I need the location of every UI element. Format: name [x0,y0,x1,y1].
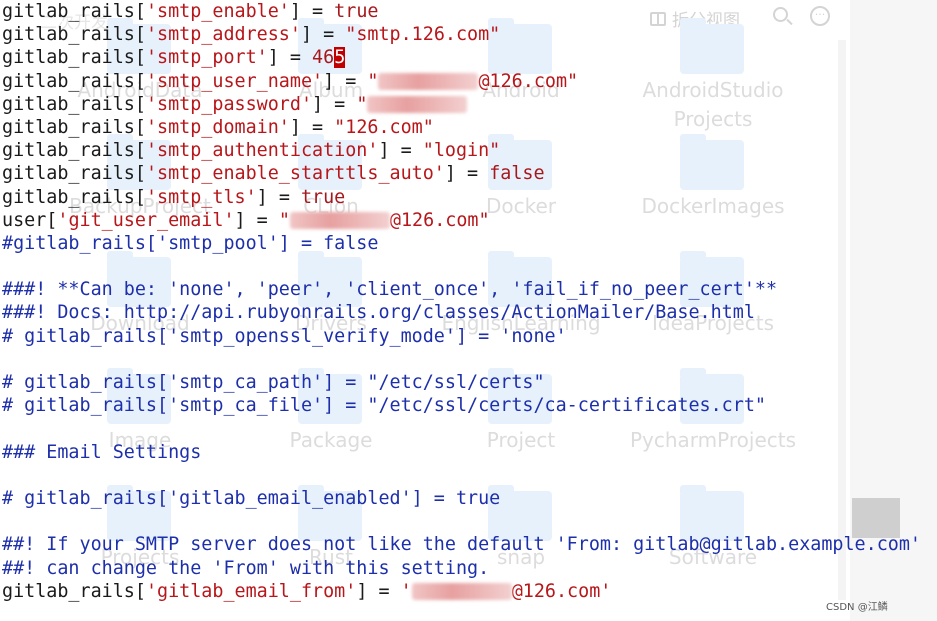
code-token: gitlab_rails[ [2,116,146,138]
code-token: gitlab_rails[ [2,580,146,602]
code-token: 'smtp_domain' [145,116,290,138]
code-token: " [278,209,290,231]
code-line: gitlab_rails['smtp_password'] = " [2,93,932,116]
code-line: #gitlab_rails['smtp_pool'] = false [2,232,932,255]
code-token: ] = [444,163,490,185]
code-token: gitlab_rails[ [2,70,146,92]
code-token: gitlab_rails[ [2,24,146,46]
redacted-text [378,73,479,91]
code-token: @126.com" [478,70,579,92]
code-token: @126.com" [389,209,490,231]
code-token: gitlab_rails[ [2,93,146,115]
code-token: ] = [356,580,401,602]
code-token: ' [400,580,412,602]
code-token: ] = [267,47,313,69]
code-line: gitlab_rails['smtp_port'] = 465 [2,46,932,69]
code-line: user['git_user_email'] = " @126.com" [2,209,932,232]
redacted-text [289,212,390,230]
code-line: ###! **Can be: 'none', 'peer', 'client_o… [2,278,932,301]
code-token: 'git_user_email' [57,209,235,231]
code-token: 'smtp_enable_starttls_auto' [145,163,445,185]
code-token: # gitlab_rails['smtp_openssl_verify_mode… [2,325,567,347]
code-line: gitlab_rails['smtp_user_name'] = " @126.c… [2,70,932,93]
code-line: ##! If your SMTP server does not like th… [2,533,932,556]
code-token: ] = [323,70,368,92]
code-token: 'gitlab_email_from' [145,580,357,602]
text-cursor: 5 [334,47,346,69]
code-line: ##! can change the 'From' with this sett… [2,557,932,580]
code-token: ] = [289,116,335,138]
code-line: gitlab_rails['smtp_domain'] = "126.com" [2,116,932,139]
code-token: gitlab_rails[ [2,47,146,69]
code-line: # gitlab_rails['smtp_ca_path'] = "/etc/s… [2,371,932,394]
code-token: ##! If your SMTP server does not like th… [2,534,921,556]
code-line: gitlab_rails['gitlab_email_from'] = ' @12… [2,580,932,603]
code-token: true [334,1,379,22]
code-token: ] = [289,1,335,22]
code-line: gitlab_rails['smtp_enable'] = true [2,0,932,23]
code-token: # gitlab_rails['smtp_ca_file'] = "/etc/s… [2,395,766,417]
code-token: gitlab_rails[ [2,1,146,22]
code-token: "login" [422,140,501,162]
code-token: user[ [2,209,58,231]
code-token: # gitlab_rails['gitlab_email_enabled'] =… [2,487,501,509]
redacted-text [367,96,468,114]
code-line: # gitlab_rails['smtp_ca_file'] = "/etc/s… [2,394,932,417]
code-token: gitlab_rails[ [2,163,146,185]
code-token: true [300,186,346,208]
code-token: 'smtp_enable' [145,1,290,22]
code-token: ###! Docs: http://api.rubyonrails.org/cl… [2,302,755,324]
code-token: ] = [256,186,301,208]
code-token: ] = [378,140,423,162]
code-editor[interactable]: gitlab_rails['smtp_enable'] = true gitlab… [2,0,932,603]
code-line: gitlab_rails['smtp_tls'] = true [2,186,932,209]
code-token: " [356,93,368,115]
code-line: # gitlab_rails['smtp_openssl_verify_mode… [2,325,932,348]
code-token: "126.com" [334,116,434,138]
code-token: # gitlab_rails['smtp_ca_path'] = "/etc/s… [2,372,545,393]
code-token: 'smtp_port' [145,47,268,69]
code-token: "smtp.126.com" [345,24,501,46]
code-token: " [367,70,379,92]
code-line: gitlab_rails['smtp_authentication'] = "l… [2,139,932,162]
code-line: ### Email Settings [2,441,932,464]
code-token: 'smtp_address' [145,24,301,46]
code-token: ### Email Settings [2,441,202,463]
code-line: ###! Docs: http://api.rubyonrails.org/cl… [2,301,932,324]
code-token: ] = [234,209,279,231]
code-line: gitlab_rails['smtp_enable_starttls_auto'… [2,162,932,185]
code-line: # gitlab_rails['gitlab_email_enabled'] =… [2,487,932,510]
code-token: 'smtp_authentication' [145,140,379,162]
code-token: gitlab_rails[ [2,140,146,162]
code-token: 46 [312,47,335,69]
code-token: 'smtp_password' [145,93,313,115]
code-token: 'smtp_user_name' [145,70,324,92]
code-token: ##! can change the 'From' with this sett… [2,557,490,579]
code-token: ###! **Can be: 'none', 'peer', 'client_o… [2,279,778,301]
code-token: #gitlab_rails['smtp_pool'] = false [2,232,379,254]
code-token: ] = [300,24,346,46]
code-token: gitlab_rails[ [2,186,146,208]
code-line: gitlab_rails['smtp_address'] = "smtp.126… [2,23,932,46]
watermark: CSDN @江鳞 [826,602,888,613]
code-token: @126.com' [511,580,612,602]
code-token: 'smtp_tls' [145,186,257,208]
code-token: ] = [312,93,357,115]
redacted-text [411,583,512,601]
code-token: false [489,163,545,185]
